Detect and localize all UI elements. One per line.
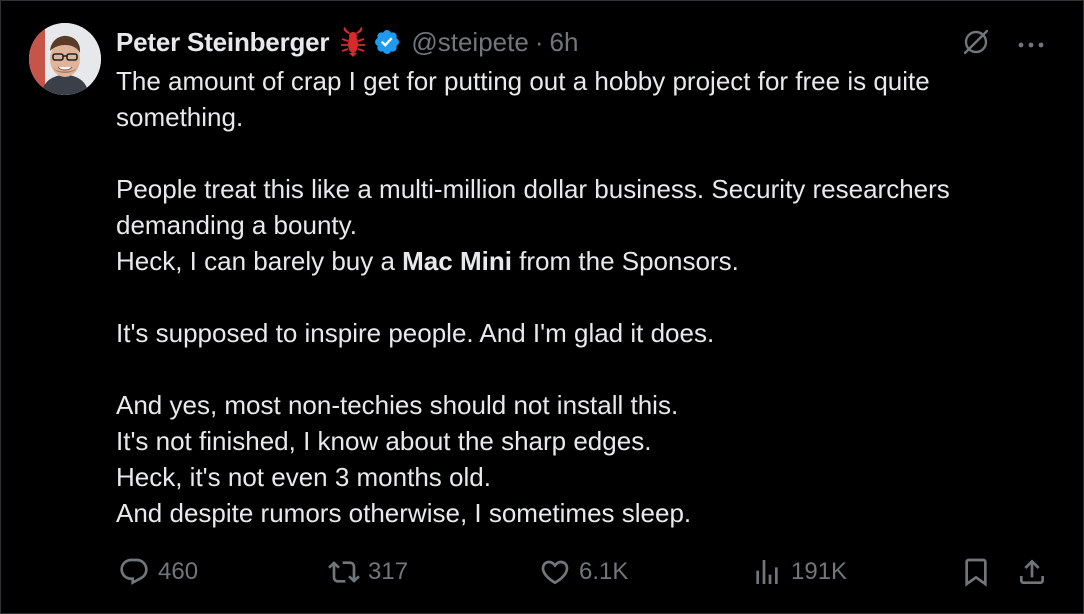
tweet-line-suffix: from the Sponsors.: [511, 246, 739, 276]
share-button[interactable]: [1016, 556, 1048, 588]
author-handle[interactable]: @steipete: [411, 27, 528, 58]
tweet-header: Peter Steinberger @steipete · 6h: [116, 25, 578, 59]
tweet-action-bar: 460 317 6.1K 191K: [116, 556, 1051, 590]
verified-badge-icon[interactable]: [373, 28, 401, 56]
share-icon: [1020, 559, 1044, 584]
tweet-line: People treat this like a multi-million d…: [116, 174, 950, 240]
repost-count: 317: [368, 558, 409, 585]
reply-button[interactable]: 460: [118, 556, 198, 588]
tweet-top-actions: [961, 27, 1045, 62]
heart-icon: [541, 560, 569, 585]
tweet-line: It's supposed to inspire people. And I'm…: [116, 318, 715, 348]
bookmark-icon: [965, 558, 987, 587]
grok-icon[interactable]: [961, 27, 991, 62]
views-button[interactable]: 191K: [751, 556, 847, 588]
like-count: 6.1K: [579, 558, 629, 585]
tweet-line-prefix: Heck, I can barely buy a: [116, 246, 403, 276]
reply-icon: [120, 558, 148, 585]
bookmark-button[interactable]: [960, 556, 992, 588]
like-button[interactable]: 6.1K: [539, 556, 628, 588]
reply-count: 460: [158, 558, 199, 585]
tweet-card[interactable]: Peter Steinberger @steipete · 6h The amo…: [0, 0, 1084, 614]
tweet-text: The amount of crap I get for putting out…: [116, 63, 1046, 531]
more-icon[interactable]: [1017, 36, 1045, 54]
separator-dot: ·: [534, 26, 544, 57]
tweet-bold-text: Mac Mini: [402, 246, 512, 276]
tweet-line: Heck, it's not even 3 months old.: [116, 462, 491, 492]
tweet-line: And yes, most non-techies should not ins…: [116, 390, 679, 420]
avatar-image: [29, 23, 101, 95]
repost-button[interactable]: 317: [328, 556, 408, 588]
repost-icon: [328, 561, 360, 583]
author-name[interactable]: Peter Steinberger: [116, 27, 330, 58]
tweet-line: It's not finished, I know about the shar…: [116, 426, 652, 456]
tweet-timestamp[interactable]: 6h: [550, 27, 579, 58]
lobster-icon: [339, 27, 367, 57]
views-icon: [756, 560, 778, 584]
author-avatar[interactable]: [29, 23, 101, 95]
tweet-line: The amount of crap I get for putting out…: [116, 66, 930, 132]
views-count: 191K: [791, 558, 848, 585]
tweet-line: And despite rumors otherwise, I sometime…: [116, 498, 692, 528]
tweet-line: Heck, I can barely buy a Mac Mini from t…: [116, 243, 1046, 279]
